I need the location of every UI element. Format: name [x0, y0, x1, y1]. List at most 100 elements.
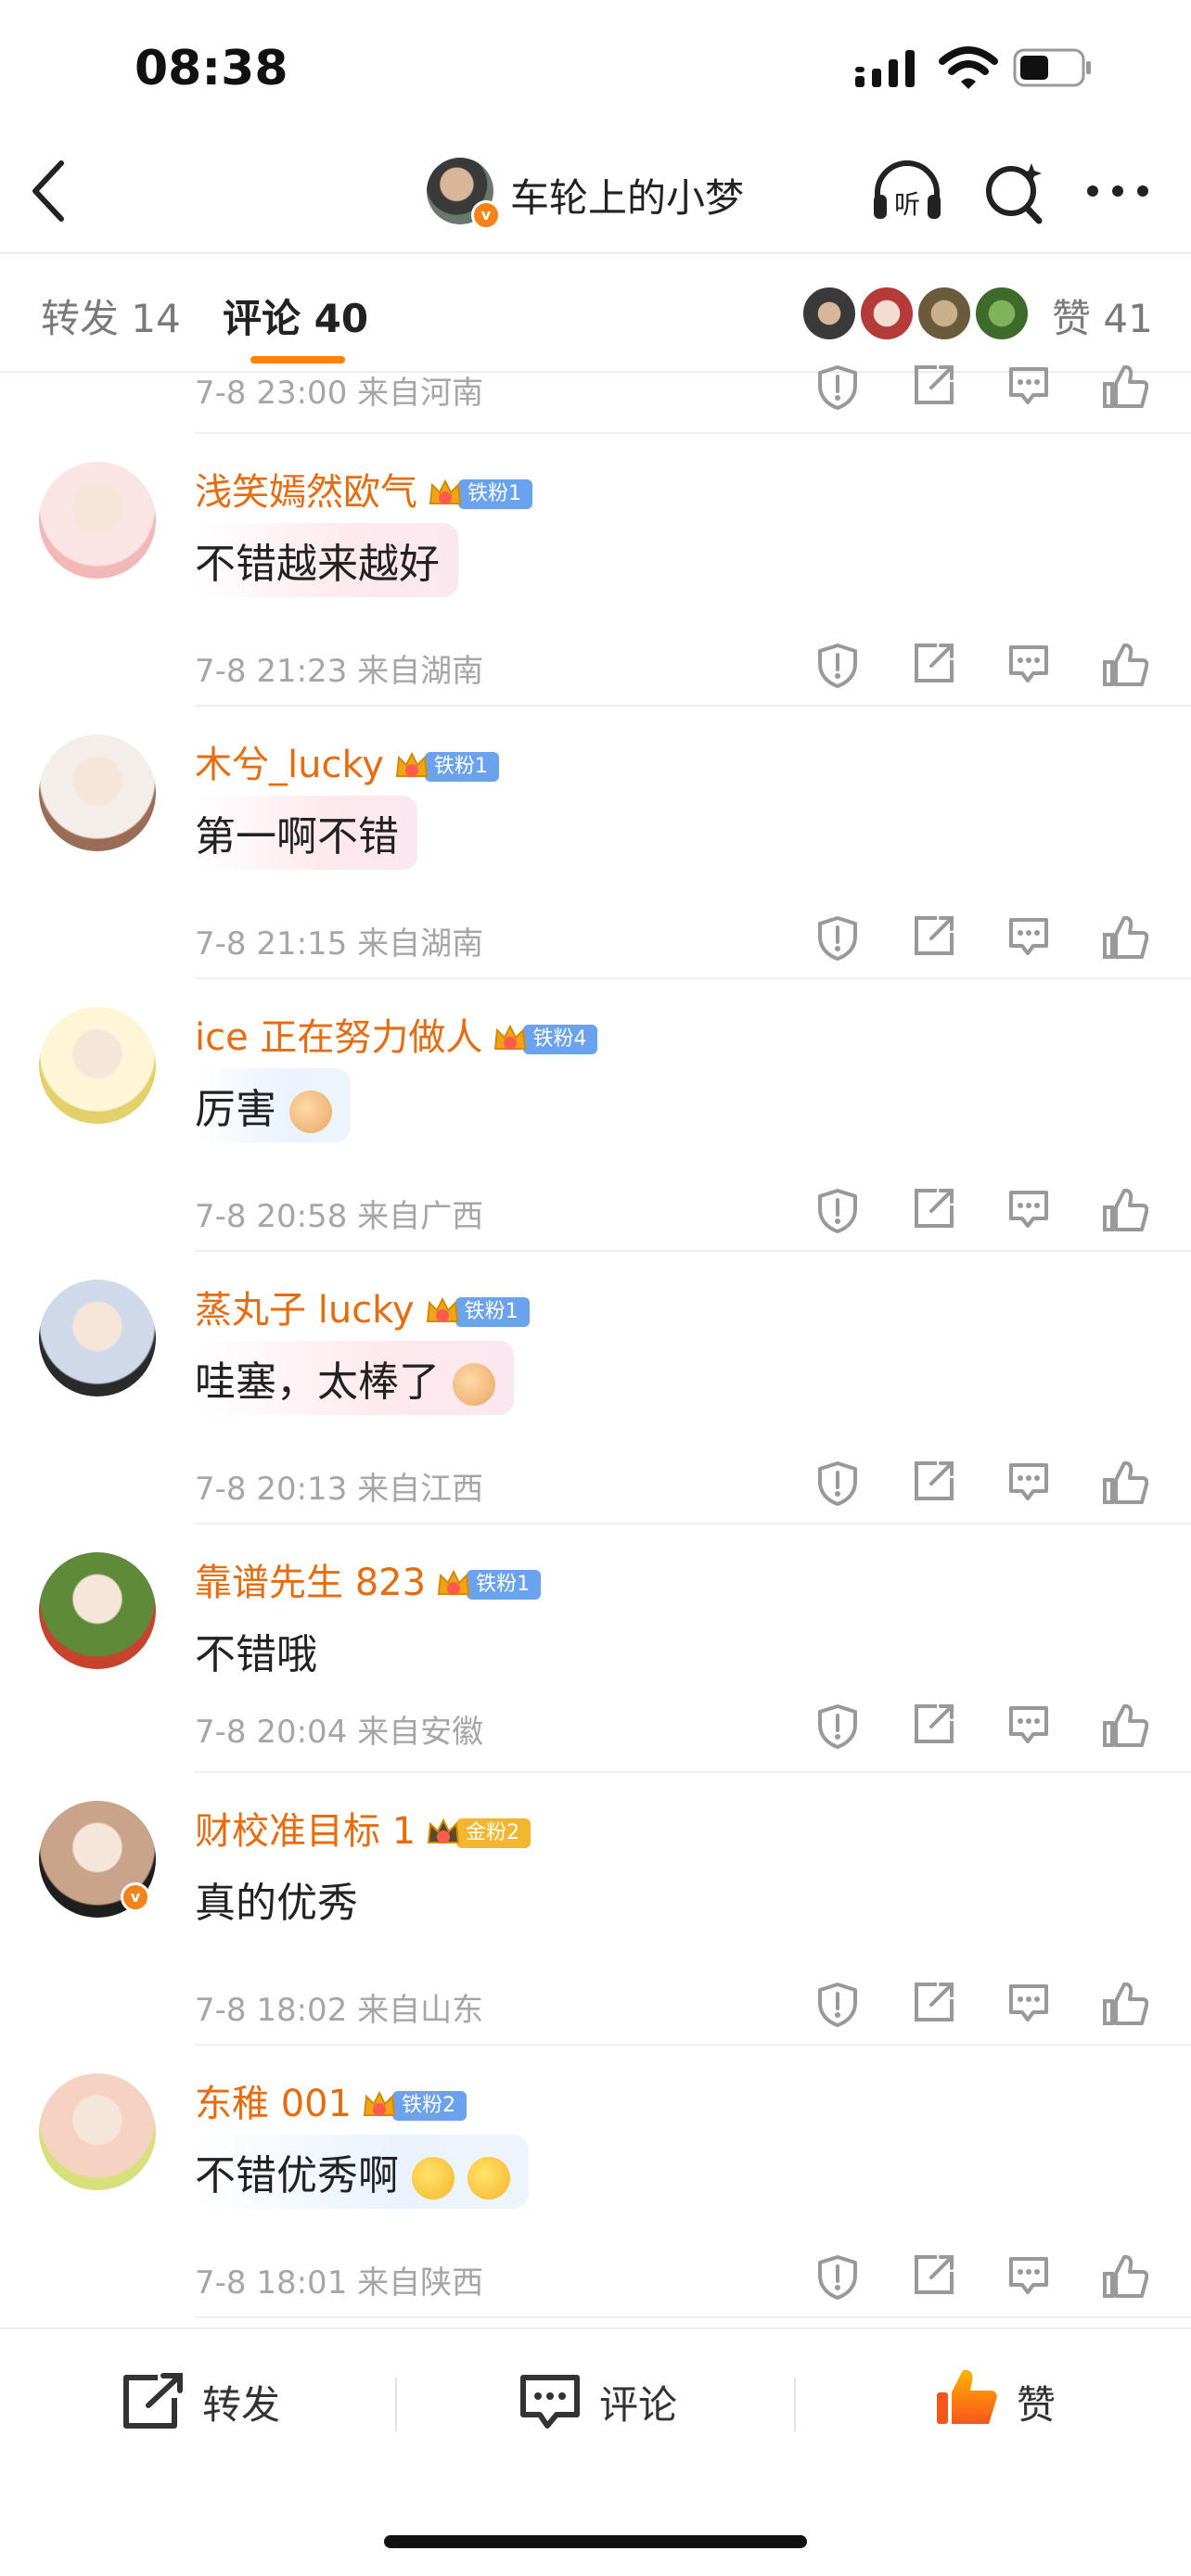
report-icon[interactable] — [816, 642, 859, 688]
share-icon[interactable] — [913, 363, 955, 406]
more-options-icon[interactable] — [1085, 182, 1150, 200]
heart-face-emoji-icon — [412, 2157, 455, 2200]
like-icon[interactable] — [1102, 914, 1148, 961]
reply-icon[interactable] — [1007, 1460, 1050, 1502]
tab-forward[interactable]: 转发 14 — [41, 287, 181, 344]
comment-item[interactable]: v 财校准目标 1 金粉2 真的优秀 7-8 18:02 来自山东 — [0, 1773, 1191, 2046]
report-icon[interactable] — [816, 1702, 859, 1749]
report-icon[interactable] — [816, 914, 859, 961]
commenter-name[interactable]: 木兮_lucky — [195, 744, 384, 786]
tab-comment[interactable]: 评论 40 — [223, 287, 368, 344]
comment-text: 不错哦 — [195, 1631, 317, 1678]
comment-meta: 7-8 21:15 来自湖南 — [195, 925, 484, 963]
commenter-avatar[interactable] — [39, 1552, 156, 1669]
comment-actions — [816, 914, 1159, 964]
comment-item[interactable]: 东稚 001 铁粉2 不错优秀啊 7-8 18:01 来自陕西 — [0, 2046, 1191, 2318]
share-icon[interactable] — [913, 1460, 955, 1502]
comment-actions — [816, 1981, 1159, 2031]
search-icon[interactable] — [983, 159, 1044, 224]
author-name[interactable]: 车轮上的小梦 — [510, 167, 744, 223]
verified-badge-icon: v — [471, 200, 501, 230]
like-icon[interactable] — [1102, 363, 1148, 410]
comment-item[interactable]: 靠谱先生 823 铁粉1 不错哦 7-8 20:04 来自安徽 — [0, 1524, 1191, 1773]
reply-icon[interactable] — [1007, 2253, 1050, 2296]
commenter-avatar[interactable] — [39, 1007, 156, 1124]
thumbs-up-emoji-icon — [453, 1363, 495, 1406]
svg-text:听: 听 — [894, 189, 920, 220]
comment-item[interactable]: 蒸丸子 lucky 铁粉1 哇塞，太棒了 7-8 20:13 来自江西 — [0, 1252, 1191, 1524]
crown-badge-icon — [361, 2087, 398, 2124]
report-icon[interactable] — [816, 1187, 859, 1233]
liker-avatars[interactable] — [801, 286, 1033, 341]
commenter-avatar[interactable] — [39, 734, 156, 851]
crown-badge-icon — [435, 1566, 472, 1603]
tab-likes[interactable]: 赞 41 — [1052, 287, 1153, 344]
crown-badge-icon — [424, 1294, 461, 1331]
comment-meta: 7-8 20:04 来自安徽 — [195, 1714, 484, 1751]
home-indicator[interactable] — [384, 2535, 807, 2548]
back-icon[interactable] — [26, 156, 70, 226]
report-icon[interactable] — [816, 363, 859, 410]
fan-badge: 金粉2 — [456, 1818, 531, 1848]
crown-badge-icon — [492, 1021, 529, 1058]
reply-icon[interactable] — [1007, 363, 1050, 406]
share-icon[interactable] — [913, 1187, 955, 1230]
share-icon[interactable] — [913, 1981, 955, 2023]
like-icon[interactable] — [1102, 1460, 1148, 1506]
comment-meta: 7-8 20:13 来自江西 — [195, 1471, 484, 1508]
report-icon[interactable] — [816, 1981, 859, 2027]
crown-badge-icon — [393, 748, 430, 785]
comment-icon[interactable] — [518, 2372, 583, 2431]
comment-button[interactable]: 评论 — [599, 2374, 677, 2430]
like-icon[interactable] — [933, 2365, 1000, 2431]
reply-icon[interactable] — [1007, 1702, 1050, 1745]
commenter-avatar[interactable] — [39, 462, 156, 579]
comment-item[interactable]: ice 正在努力做人 铁粉4 厉害 7-8 20:58 来自广西 — [0, 979, 1191, 1252]
forward-icon[interactable] — [121, 2372, 186, 2431]
like-button[interactable]: 赞 — [1017, 2374, 1056, 2430]
comment-divider — [195, 2316, 1191, 2318]
share-icon[interactable] — [913, 914, 955, 957]
liker-avatar — [974, 286, 1030, 341]
commenter-name[interactable]: ice 正在努力做人 — [195, 1016, 482, 1059]
comment-item[interactable]: 木兮_lucky 铁粉1 第一啊不错 7-8 21:15 来自湖南 — [0, 707, 1191, 979]
crown-badge-icon — [425, 1815, 462, 1852]
reply-icon[interactable] — [1007, 642, 1050, 684]
commenter-name[interactable]: 靠谱先生 823 — [195, 1562, 426, 1604]
like-icon[interactable] — [1102, 2253, 1148, 2300]
commenter-name[interactable]: 财校准目标 1 — [195, 1810, 416, 1853]
forward-button[interactable]: 转发 — [202, 2374, 280, 2430]
commenter-name[interactable]: 浅笑嫣然欧气 — [195, 471, 417, 514]
like-icon[interactable] — [1102, 1187, 1148, 1233]
comment-meta: 7-8 18:02 来自山东 — [195, 1992, 484, 2029]
share-icon[interactable] — [913, 642, 955, 684]
comment-item[interactable]: 浅笑嫣然欧气 铁粉1 不错越来越好 7-8 21:23 来自湖南 — [0, 434, 1191, 707]
like-icon[interactable] — [1102, 1981, 1148, 2027]
reply-icon[interactable] — [1007, 1981, 1050, 2023]
share-icon[interactable] — [913, 1702, 955, 1745]
commenter-name[interactable]: 东稚 001 — [195, 2083, 352, 2125]
fan-badge: 铁粉1 — [458, 479, 532, 509]
like-icon[interactable] — [1102, 1702, 1148, 1749]
cellular-signal-icon — [855, 50, 915, 87]
share-icon[interactable] — [913, 2253, 955, 2296]
thumbs-up-emoji-icon — [289, 1090, 332, 1133]
comment-text: 厉害 — [195, 1068, 351, 1142]
liker-avatar — [801, 286, 857, 341]
like-icon[interactable] — [1102, 642, 1148, 688]
commenter-avatar[interactable] — [39, 1280, 156, 1396]
comment-divider — [195, 432, 1191, 434]
comment-text: 第一啊不错 — [195, 796, 417, 870]
report-icon[interactable] — [816, 2253, 859, 2300]
comment-meta: 7-8 18:01 来自陕西 — [195, 2264, 484, 2302]
report-icon[interactable] — [816, 1460, 859, 1506]
separator — [395, 2378, 397, 2431]
wifi-icon — [939, 46, 998, 89]
listen-headphones-icon[interactable]: 听 — [870, 158, 944, 224]
bottom-action-bar: 转发 评论 赞 — [0, 2329, 1191, 2478]
commenter-avatar[interactable] — [39, 2073, 156, 2190]
reply-icon[interactable] — [1007, 1187, 1050, 1230]
comment-text: 不错优秀啊 — [195, 2135, 529, 2209]
commenter-name[interactable]: 蒸丸子 lucky — [195, 1289, 415, 1332]
reply-icon[interactable] — [1007, 914, 1050, 957]
